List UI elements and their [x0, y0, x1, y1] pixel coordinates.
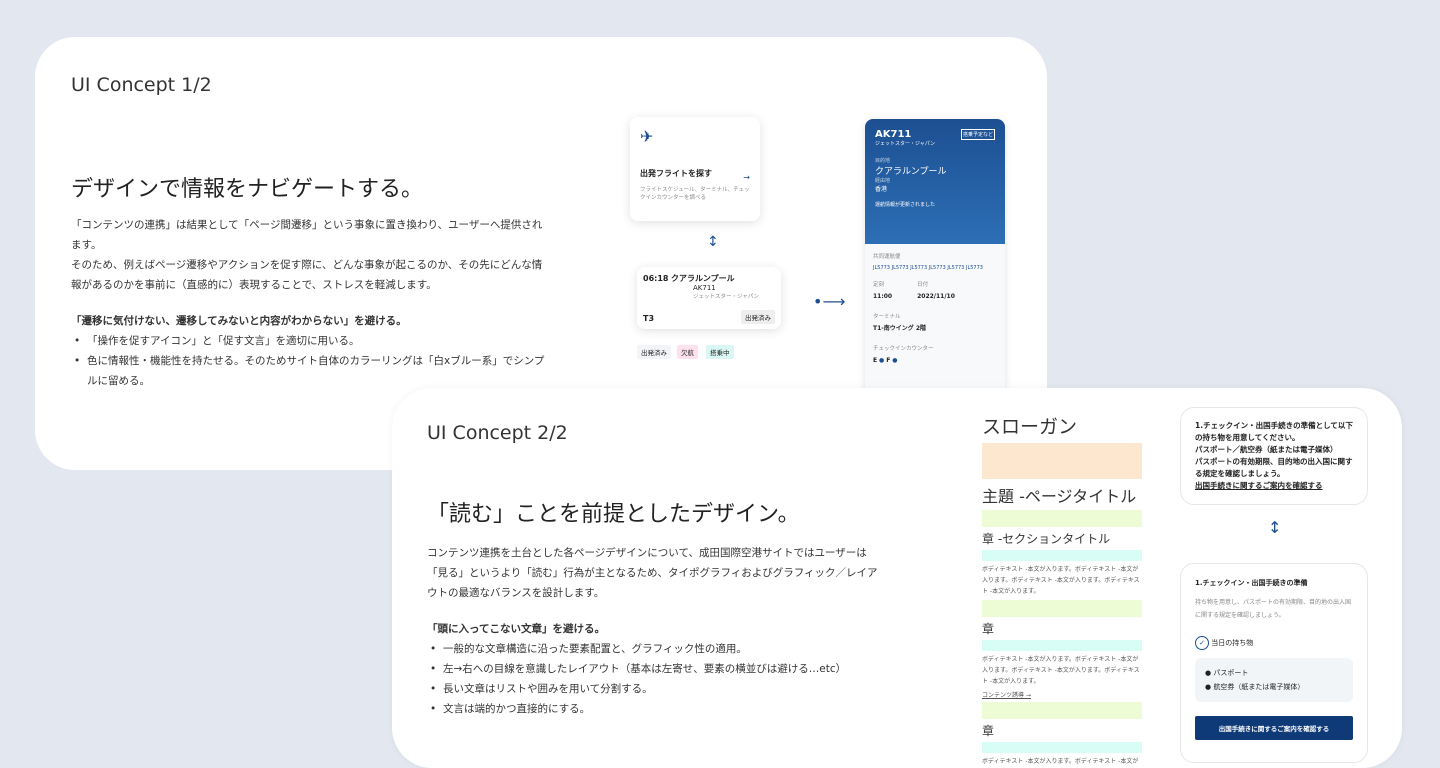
- description: コンテンツ連携を土台とした各ページデザインについて、成田国際空港サイトではユーザ…: [427, 543, 882, 719]
- dest: クアラルンプール: [875, 167, 947, 177]
- concept-card-2: UI Concept 2/2 「読む」ことを前提としたデザイン。 コンテンツ連携…: [392, 388, 1402, 768]
- bullet: 一般的な文章構造に沿った要素配置と、グラフィック性の適用。: [427, 639, 882, 659]
- slogan: スローガン: [982, 416, 1078, 438]
- tag-boarding: 搭乗中: [706, 345, 734, 359]
- via-label: 経由地: [875, 178, 891, 184]
- codeshare-label: 共同運航便: [873, 254, 901, 260]
- date-label: 日付: [917, 282, 929, 288]
- bullet: 色に情報性・機能性を持たせる。そのためサイト自体のカラーリングは「白xブルー系」…: [71, 351, 546, 391]
- notice: 運航情報が更新されました: [875, 202, 936, 208]
- description: 「コンテンツの連携」は結果として「ページ間遷移」という事象に置き換わり、ユーザー…: [71, 215, 546, 391]
- bullet: 「操作を促すアイコン」と「促す文言」を適切に用いる。: [71, 331, 546, 351]
- terminal-label: ターミナル: [873, 314, 901, 320]
- flight-dest: クアラルンプール: [671, 274, 735, 283]
- codeshare: JL5773: [965, 265, 983, 271]
- detail-flight-no: AK711: [875, 129, 912, 140]
- page-title: 主題 -ページタイトル: [982, 487, 1137, 506]
- flight-row-card[interactable]: 06:18 クアラルンプール AK711 ジェットスター・ジャパン T3 出発済…: [637, 267, 781, 329]
- counter: E: [873, 357, 878, 364]
- tag-departed: 出発済み: [637, 345, 671, 359]
- terminal: T3: [643, 314, 655, 323]
- emphasis: 「頭に入ってこない文章」を避ける。: [427, 623, 605, 635]
- item: 航空券（紙または電子媒体）: [1213, 683, 1305, 691]
- card-title: UI Concept 1/2: [71, 74, 212, 96]
- down-arrow-icon: ↕: [1268, 518, 1282, 537]
- body-text: ボディテキスト -本文が入ります。ボディテキスト -本文が入ります。ボディテキス…: [982, 656, 1140, 685]
- counter-label: チェックインカウンター: [873, 346, 934, 352]
- codeshare: JL5773: [928, 265, 946, 271]
- bullet: 左→右への目線を意識したレイアウト（基本は左寄せ、要素の横並びは避ける…etc）: [427, 659, 882, 679]
- search-flight-card[interactable]: ✈ 出発フライトを探す → フライトスケジュール、ターミナル、チェックインカウン…: [630, 117, 760, 221]
- before-text: 1.チェックイン・出国手続きの準備として以下の持ち物を用意してください。: [1195, 421, 1353, 442]
- search-desc: フライトスケジュール、ターミナル、チェックインカウンターを調べる: [640, 187, 750, 201]
- airline: ジェットスター・ジャパン: [693, 294, 760, 300]
- paragraph: そのため、例えばページ遷移やアクションを促す際に、どんな事象が起こるのか、その先…: [71, 259, 543, 291]
- detail-button[interactable]: 搭乗予定など: [960, 129, 995, 140]
- before-text: パスポート／航空券（紙または電子媒体）: [1195, 445, 1338, 454]
- guide-button[interactable]: 出国手続きに関するご案内を確認する: [1195, 716, 1353, 740]
- before-text: パスポートの有効期限、目的地の出入国に関する規定を確認しましょう。: [1195, 457, 1353, 478]
- item: パスポート: [1213, 669, 1249, 677]
- codeshare: JL5773: [910, 265, 928, 271]
- body-text: ボディテキスト -本文が入ります。ボディテキスト -本文が入ります。ボディテキス…: [982, 758, 1139, 765]
- after-card: 1.チェックイン・出国手続きの準備 持ち物を用意し、パスポートの有効期限、目的地…: [1180, 563, 1368, 763]
- search-title: 出発フライトを探す: [640, 169, 712, 178]
- body-text: ボディテキスト -本文が入ります。ボディテキスト -本文が入ります。ボディテキス…: [982, 566, 1140, 595]
- bullet: 長い文章はリストや囲みを用いて分割する。: [427, 679, 882, 699]
- before-text-box: 1.チェックイン・出国手続きの準備として以下の持ち物を用意してください。 パスポ…: [1180, 407, 1368, 505]
- content-link[interactable]: コンテンツ誘導 →: [982, 690, 1142, 699]
- chapter: 章: [982, 622, 995, 636]
- arrow-right-icon: →: [743, 173, 750, 182]
- heading: 「読む」ことを前提としたデザイン。: [427, 502, 800, 527]
- time: 11:00: [873, 293, 893, 300]
- paragraph: 「コンテンツの連携」は結果として「ページ間遷移」という事象に置き換わり、ユーザー…: [71, 219, 543, 251]
- after-title: 1.チェックイン・出国手続きの準備: [1195, 579, 1308, 587]
- flight-time: 06:18: [643, 274, 669, 283]
- down-arrow-icon: ↕: [707, 234, 719, 250]
- codeshare: JL5773: [891, 265, 909, 271]
- heading: デザインで情報をナビゲートする。: [71, 177, 424, 202]
- via: 香港: [875, 186, 888, 193]
- section-title: 章 -セクションタイトル: [982, 532, 1111, 546]
- detail-header: AK711 搭乗予定など ジェットスター・ジャパン 目的地 クアラルンプール 経…: [865, 119, 1005, 244]
- flight-no: AK711: [693, 284, 716, 292]
- terminal: T1-南ウイング 2階: [873, 325, 927, 332]
- codeshare: JL5773: [873, 265, 890, 271]
- detail-airline: ジェットスター・ジャパン: [875, 141, 936, 147]
- emphasis: 「遷移に気付けない、遷移してみないと内容がわからない」を避ける。: [71, 315, 407, 327]
- counter: F: [886, 357, 891, 364]
- plane-icon: ✈: [640, 127, 654, 146]
- codeshare: JL5773: [947, 265, 965, 271]
- date: 2022/11/10: [917, 293, 955, 300]
- time-label: 定刻: [873, 282, 885, 288]
- card-title: UI Concept 2/2: [427, 422, 568, 444]
- dest-label: 目的地: [875, 158, 891, 164]
- tag-cancelled: 欠航: [677, 345, 698, 359]
- typography-sample: スローガン 主題 -ページタイトル 章 -セクションタイトル ボディテキスト -…: [982, 412, 1142, 768]
- before-link[interactable]: 出国手続きに関するご案内を確認する: [1195, 480, 1353, 492]
- bullet: 文言は端的かつ直接的にする。: [427, 699, 882, 719]
- after-desc: 持ち物を用意し、パスポートの有効期限、目的地の出入国に関する規定を確認しましょう…: [1195, 599, 1352, 619]
- status-badge: 出発済み: [741, 310, 775, 324]
- check-icon: ✓: [1195, 636, 1209, 650]
- right-arrow-icon: •⟶: [813, 292, 846, 311]
- paragraph: コンテンツ連携を土台とした各ページデザインについて、成田国際空港サイトではユーザ…: [427, 547, 878, 599]
- chapter: 章: [982, 724, 995, 738]
- check-label: 当日の持ち物: [1211, 639, 1254, 647]
